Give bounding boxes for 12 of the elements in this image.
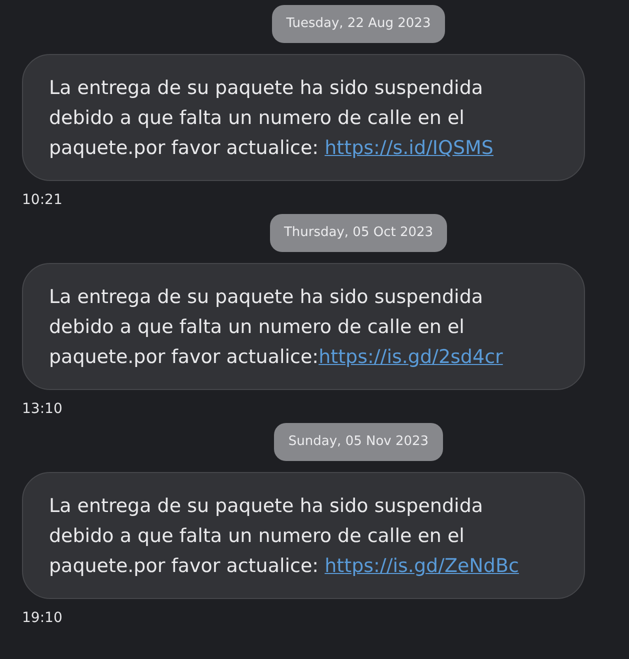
message-text: La entrega de su paquete ha sido suspendida debido a que falta un numero de calle en el paquete.por favor actualice:https://is.gd/2sd4cr: [49, 285, 504, 370]
message-link[interactable]: https://is.gd/ZeNdBc: [324, 555, 519, 577]
message-time: 10:21: [22, 191, 62, 209]
date-label: Thursday, 05 Oct 2023: [270, 214, 448, 252]
message-link[interactable]: https://s.id/IQSMS: [324, 137, 494, 159]
message-text: La entrega de su paquete ha sido suspendida debido a que falta un numero de calle en el paquete.por favor actualice: https://is.gd/ZeNdBc: [49, 494, 520, 579]
message-text: La entrega de su paquete ha sido suspendida debido a que falta un numero de calle en el paquete.por favor actualice: https://s.id/IQSMS: [49, 76, 494, 161]
date-label: Tuesday, 22 Aug 2023: [272, 5, 445, 43]
message-time: 13:10: [22, 400, 62, 418]
date-label: Sunday, 05 Nov 2023: [274, 423, 443, 461]
message-time: 19:10: [22, 609, 62, 627]
message-link[interactable]: https://is.gd/2sd4cr: [318, 346, 503, 368]
